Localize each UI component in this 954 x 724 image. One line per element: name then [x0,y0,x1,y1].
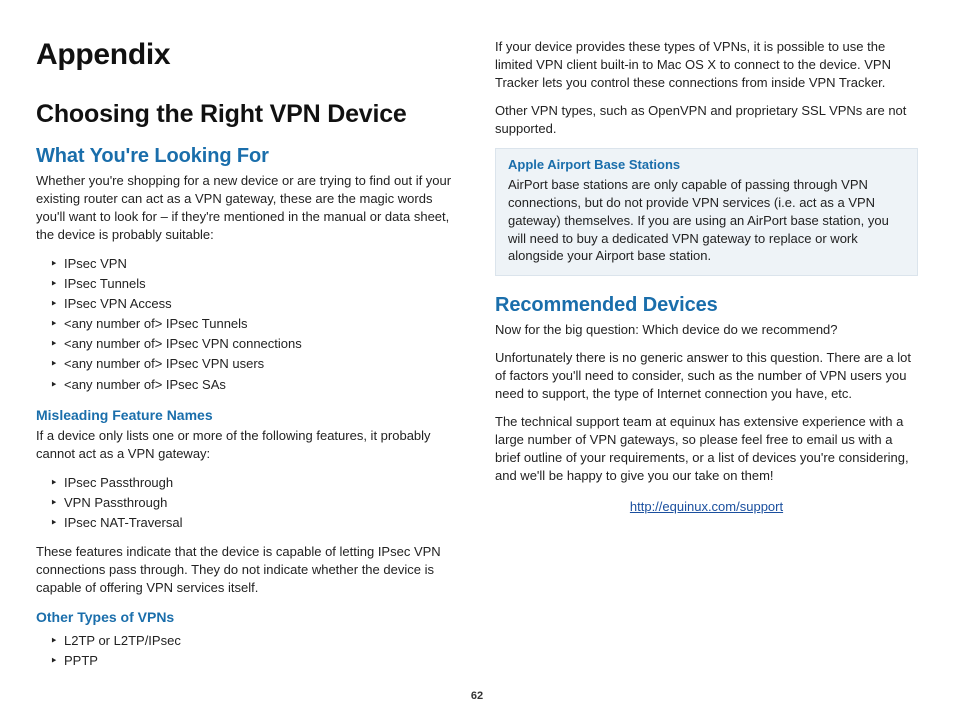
right-column: If your device provides these types of V… [495,38,918,681]
list-item: IPsec VPN Access [50,294,459,314]
paragraph-builtin-client: If your device provides these types of V… [495,38,918,92]
list-item: IPsec Passthrough [50,473,459,493]
paragraph-misleading-after: These features indicate that the device … [36,543,459,597]
list-vpn-keywords: IPsec VPN IPsec Tunnels IPsec VPN Access… [50,254,459,395]
list-item: <any number of> IPsec Tunnels [50,314,459,334]
subsection-recommended: Recommended Devices [495,294,918,317]
list-item: <any number of> IPsec VPN users [50,354,459,374]
list-item: IPsec Tunnels [50,274,459,294]
support-link[interactable]: http://equinux.com/support [495,499,918,514]
list-item: L2TP or L2TP/IPsec [50,631,459,651]
callout-body: AirPort base stations are only capable o… [508,176,905,266]
paragraph-rec-q: Now for the big question: Which device d… [495,321,918,339]
list-item: <any number of> IPsec VPN connections [50,334,459,354]
appendix-heading: Appendix [36,38,459,72]
callout-title: Apple Airport Base Stations [508,157,905,172]
list-item: PPTP [50,651,459,671]
list-item: IPsec VPN [50,254,459,274]
list-misleading: IPsec Passthrough VPN Passthrough IPsec … [50,473,459,533]
page-number: 62 [0,690,954,702]
list-other-vpns: L2TP or L2TP/IPsec PPTP [50,631,459,671]
left-column: Appendix Choosing the Right VPN Device W… [36,38,459,681]
paragraph-rec-contact: The technical support team at equinux ha… [495,413,918,485]
list-item: IPsec NAT-Traversal [50,513,459,533]
subsection-misleading: Misleading Feature Names [36,407,459,423]
subsection-other-vpns: Other Types of VPNs [36,609,459,625]
paragraph-rec-factors: Unfortunately there is no generic answer… [495,349,918,403]
list-item: <any number of> IPsec SAs [50,375,459,395]
paragraph-unsupported: Other VPN types, such as OpenVPN and pro… [495,102,918,138]
list-item: VPN Passthrough [50,493,459,513]
paragraph-looking-for: Whether you're shopping for a new device… [36,172,459,244]
callout-airport: Apple Airport Base Stations AirPort base… [495,148,918,277]
subsection-looking-for: What You're Looking For [36,145,459,168]
section-heading: Choosing the Right VPN Device [36,100,459,129]
paragraph-misleading: If a device only lists one or more of th… [36,427,459,463]
